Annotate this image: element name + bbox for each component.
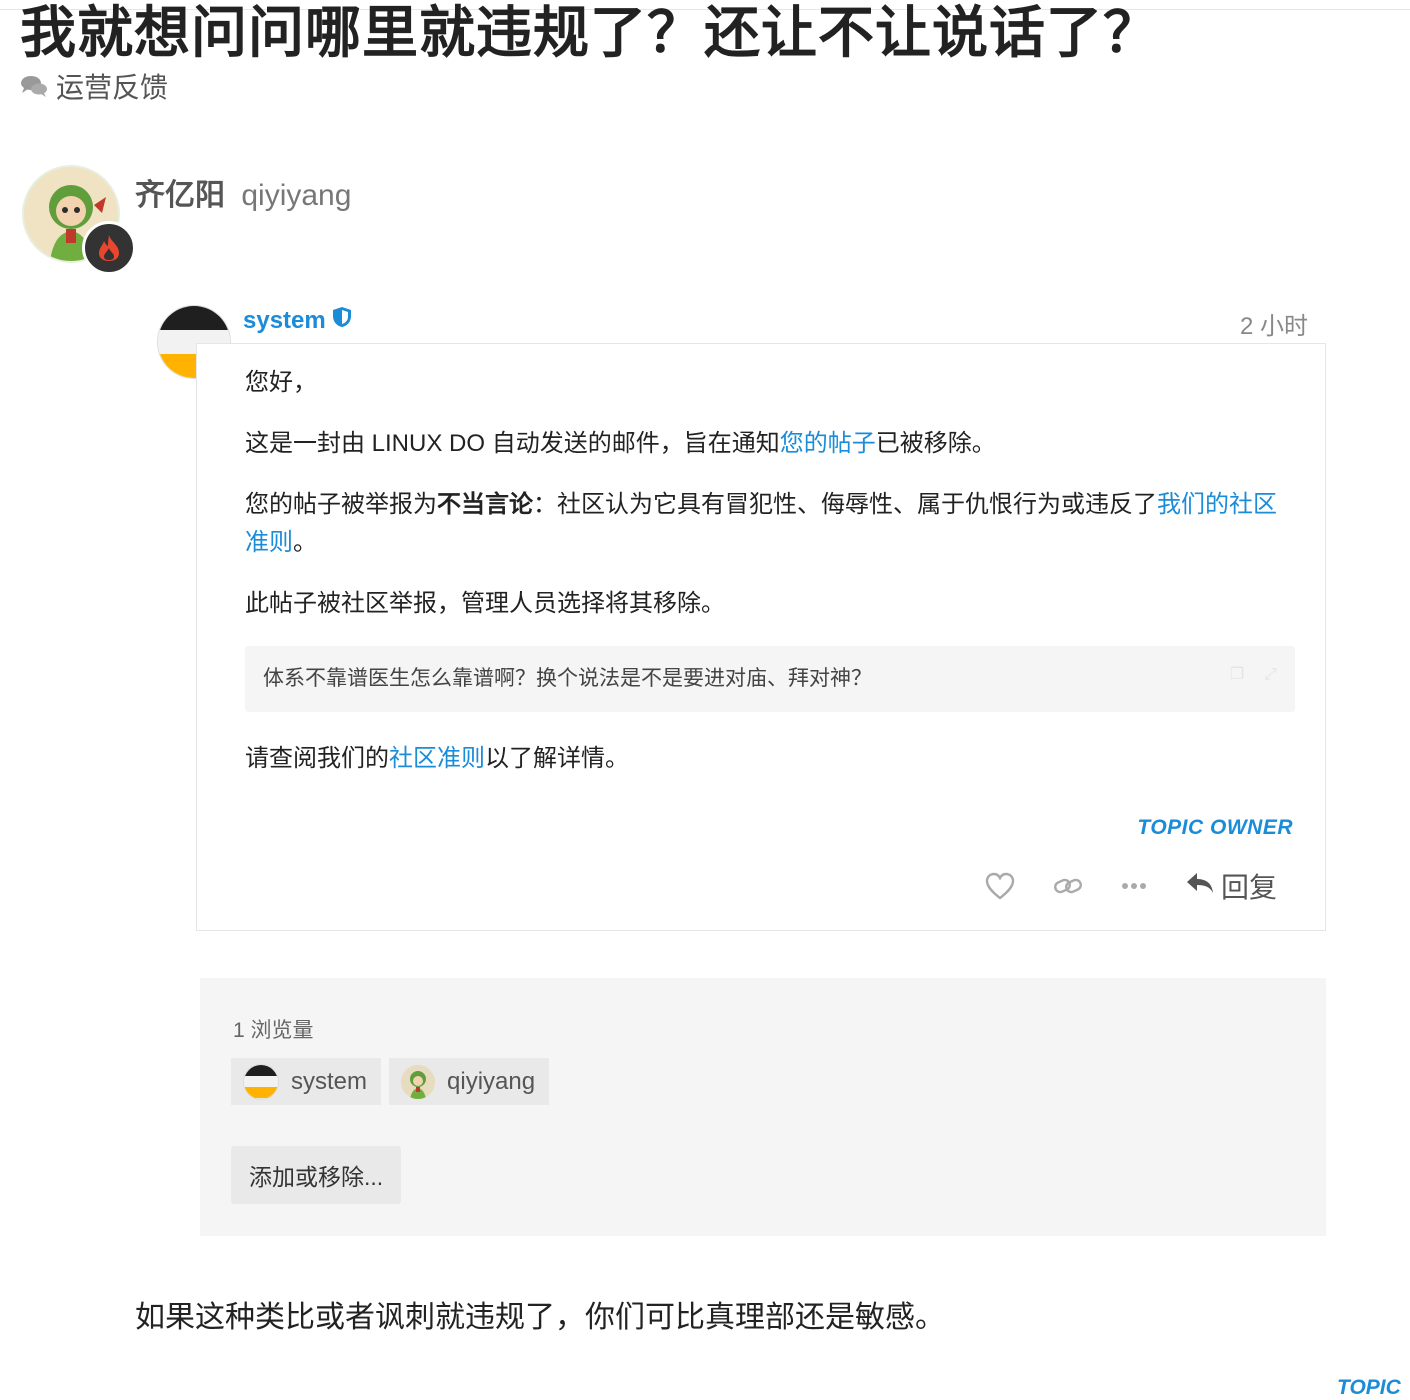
category-label: 运营反馈	[56, 72, 169, 103]
your-post-link[interactable]: 您的帖子	[780, 430, 876, 457]
system-message-card: 您好， 这是一封由 LINUX DO 自动发送的邮件，旨在通知您的帖子已被移除。…	[196, 343, 1326, 931]
add-remove-button[interactable]: 添加或移除...	[231, 1146, 402, 1204]
heart-icon[interactable]	[985, 872, 1015, 900]
participant-chip-qiyiyang[interactable]: qiyiyang	[389, 1058, 550, 1105]
topic-title: 我就想问问哪里就违规了？还让不让说话了？	[20, 1, 1160, 64]
paragraph-flagged: 此帖子被社区举报，管理人员选择将其移除。	[245, 590, 725, 617]
flame-icon	[82, 221, 136, 275]
views-count: 1 浏览量	[233, 1019, 314, 1042]
system-author[interactable]: system	[243, 306, 352, 335]
guidelines-link-2[interactable]: 社区准则	[389, 745, 485, 772]
post-content: 如果这种类比或者讽刺就违规了，你们可比真理部还是敏感。	[135, 1301, 945, 1334]
quoted-text: 体系不靠谱医生怎么靠谱啊？换个说法是不是要进对庙、拜对神？	[263, 667, 872, 690]
poster-display-name[interactable]: 齐亿阳	[135, 179, 225, 212]
comments-icon	[20, 74, 48, 98]
link-icon[interactable]	[1053, 874, 1083, 898]
participant-name: system	[291, 1067, 368, 1095]
system-author-name[interactable]: system	[243, 307, 326, 335]
participant-name: qiyiyang	[447, 1067, 536, 1095]
poster-avatar[interactable]	[22, 165, 136, 275]
post-actions: 回复	[985, 866, 1277, 906]
avatar	[401, 1064, 436, 1099]
paragraph-removed: 这是一封由 LINUX DO 自动发送的邮件，旨在通知您的帖子已被移除。	[245, 430, 996, 457]
topic-owner-tag-cut: TOPIC	[1337, 1376, 1401, 1399]
topic-map-panel: 1 浏览量 system qiyiyang 添加或移除...	[200, 978, 1326, 1236]
participant-chip-system[interactable]: system	[231, 1058, 382, 1105]
paragraph-guidelines: 请查阅我们的社区准则以了解详情。	[245, 745, 629, 772]
message-body: 您好， 这是一封由 LINUX DO 自动发送的邮件，旨在通知您的帖子已被移除。…	[245, 364, 1295, 801]
poster-username[interactable]: qiyiyang	[241, 179, 351, 212]
avatar	[243, 1063, 279, 1100]
participant-list: system qiyiyang	[231, 1058, 550, 1105]
reply-icon	[1185, 870, 1215, 902]
post-date[interactable]: 2 小时	[1240, 306, 1308, 341]
reason-label: 不当言论	[437, 491, 533, 518]
reply-label: 回复	[1220, 872, 1277, 903]
greeting: 您好，	[245, 369, 317, 396]
poster-names[interactable]: 齐亿阳 qiyiyang	[135, 170, 351, 214]
shield-icon	[332, 306, 352, 335]
paragraph-reason: 您的帖子被举报为不当言论：社区认为它具有冒犯性、侮辱性、属于仇恨行为或违反了我们…	[245, 491, 1277, 556]
topic-category[interactable]: 运营反馈	[20, 66, 168, 106]
more-icon[interactable]	[1121, 882, 1147, 890]
quoted-post: 体系不靠谱医生怎么靠谱啊？换个说法是不是要进对庙、拜对神？ ❐ ⤢	[245, 646, 1295, 712]
expand-icon[interactable]: ⤢	[1264, 656, 1277, 694]
reply-button[interactable]: 回复	[1185, 866, 1277, 906]
topic-owner-tag: TOPIC OWNER	[1137, 816, 1293, 839]
copy-icon[interactable]: ❐	[1230, 656, 1244, 694]
